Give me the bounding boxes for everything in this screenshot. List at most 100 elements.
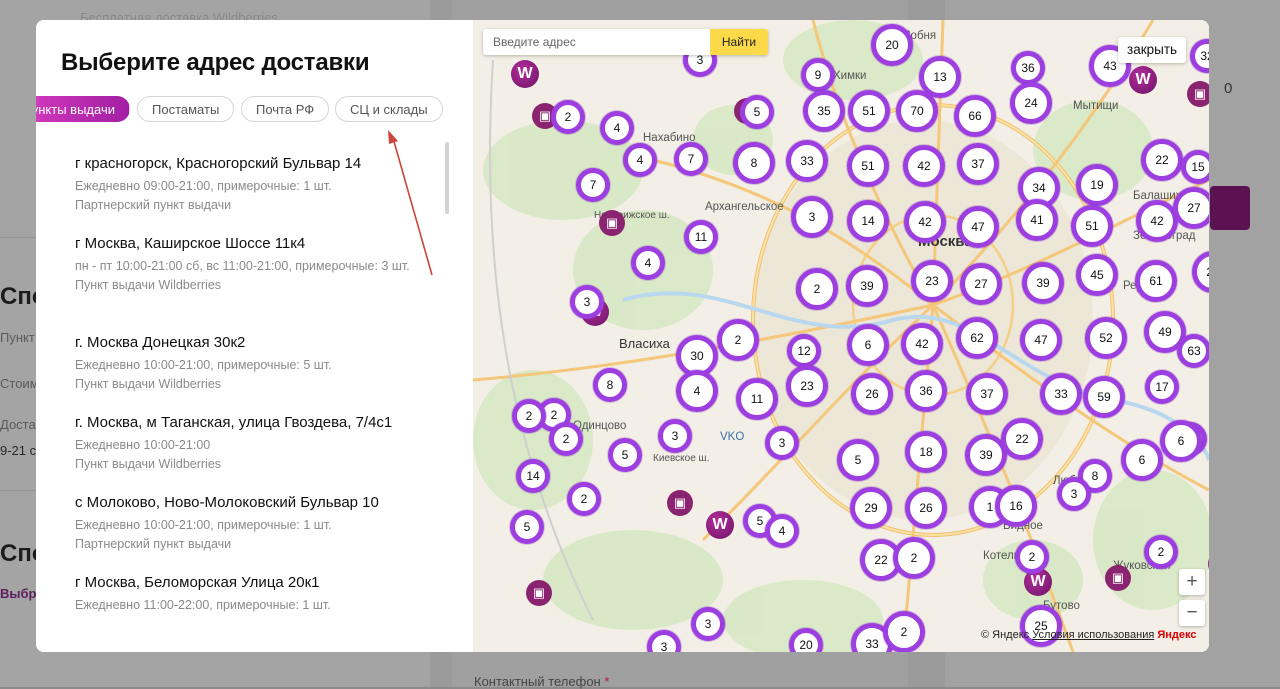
map-cluster[interactable]: 23 (911, 260, 953, 302)
map-cluster[interactable]: 47 (957, 206, 999, 248)
map-cluster[interactable]: 22 (1141, 139, 1183, 181)
map-cluster[interactable]: 8 (733, 142, 775, 184)
map-cluster[interactable]: 16 (995, 485, 1037, 527)
map-cluster[interactable]: 39 (846, 265, 888, 307)
wildberries-pin[interactable]: W (706, 511, 734, 539)
map-cluster[interactable]: 5 (740, 95, 774, 129)
map-cluster[interactable]: 3 (1057, 477, 1091, 511)
map-cluster[interactable]: 51 (1071, 205, 1113, 247)
map-cluster[interactable]: 26 (851, 373, 893, 415)
map-cluster[interactable]: 45 (1076, 254, 1118, 296)
map-cluster[interactable]: 15 (1181, 150, 1209, 184)
map-cluster[interactable]: 14 (847, 200, 889, 242)
find-button[interactable]: Найти (710, 29, 768, 55)
pickup-point-item[interactable]: г. Москва, м Таганская, улица Гвоздева, … (75, 413, 420, 474)
map-cluster[interactable]: 47 (1020, 319, 1062, 361)
map-cluster[interactable]: 27 (1173, 187, 1209, 229)
map-cluster[interactable]: 5 (837, 439, 879, 481)
map-cluster[interactable]: 3 (691, 607, 725, 641)
zoom-out-button[interactable]: − (1179, 600, 1205, 626)
map-cluster[interactable]: 41 (1016, 199, 1058, 241)
map-cluster[interactable]: 70 (896, 90, 938, 132)
map-cluster[interactable]: 2 (1015, 540, 1049, 574)
map-cluster[interactable]: 5 (608, 438, 642, 472)
map-cluster[interactable]: 5 (510, 510, 544, 544)
map-cluster[interactable]: 17 (1145, 370, 1179, 404)
map-cluster[interactable]: 18 (905, 431, 947, 473)
map-cluster[interactable]: 7 (674, 142, 708, 176)
parcel-locker-pin[interactable]: ▣ (526, 580, 552, 606)
map-cluster[interactable]: 7 (576, 168, 610, 202)
map-cluster[interactable]: 12 (787, 334, 821, 368)
pickup-point-item[interactable]: г Москва, Беломорская Улица 20к1 Ежеднев… (75, 573, 420, 615)
wildberries-pin[interactable]: W (511, 60, 539, 88)
parcel-locker-pin[interactable]: ▣ (599, 210, 625, 236)
map-cluster[interactable]: 63 (1177, 334, 1209, 368)
map-cluster[interactable]: 4 (631, 246, 665, 280)
map-cluster[interactable]: 2 (512, 399, 546, 433)
zoom-in-button[interactable]: + (1179, 569, 1205, 595)
map-cluster[interactable]: 2 (893, 537, 935, 579)
wildberries-pin[interactable]: W (1129, 66, 1157, 94)
map-cluster[interactable]: 42 (903, 145, 945, 187)
map-cluster[interactable]: 33 (786, 140, 828, 182)
terms-link[interactable]: Условия использования (1032, 629, 1154, 641)
map-cluster[interactable]: 3 (570, 285, 604, 319)
map-cluster[interactable]: 11 (684, 220, 718, 254)
map-cluster[interactable]: 42 (901, 323, 943, 365)
map-cluster[interactable]: 4 (765, 514, 799, 548)
map-cluster[interactable]: 2 (1144, 535, 1178, 569)
map-cluster[interactable]: 62 (956, 317, 998, 359)
map-cluster[interactable]: 6 (847, 324, 889, 366)
map-cluster[interactable]: 36 (905, 370, 947, 412)
map-cluster[interactable]: 4 (600, 111, 634, 145)
map-cluster[interactable]: 2 (567, 482, 601, 516)
map-cluster[interactable]: 27 (960, 263, 1002, 305)
map-cluster[interactable]: 66 (954, 95, 996, 137)
parcel-locker-pin[interactable]: ▣ (667, 490, 693, 516)
map-cluster[interactable]: 24 (1010, 82, 1052, 124)
tab-russian-post[interactable]: Почта РФ (241, 96, 330, 122)
map-cluster[interactable]: 37 (957, 143, 999, 185)
map-cluster[interactable]: 14 (516, 459, 550, 493)
map-cluster[interactable]: 42 (904, 201, 946, 243)
pickup-point-item[interactable]: г. Москва Донецкая 30к2 Ежедневно 10:00-… (75, 333, 420, 394)
map-cluster[interactable]: 42 (1136, 200, 1178, 242)
map-view[interactable]: Власиха Москва Архангельское Новорижское… (473, 20, 1209, 652)
close-button[interactable]: закрыть (1118, 37, 1187, 63)
list-scrollbar[interactable] (445, 142, 449, 214)
map-cluster[interactable]: 35 (803, 90, 845, 132)
map-cluster[interactable]: 51 (847, 145, 889, 187)
map-cluster[interactable]: 51 (848, 90, 890, 132)
map-cluster[interactable]: 59 (1083, 376, 1125, 418)
map-cluster[interactable]: 4 (623, 143, 657, 177)
map-cluster[interactable]: 8 (593, 368, 627, 402)
map-cluster[interactable]: 2 (549, 422, 583, 456)
map-cluster[interactable]: 52 (1085, 317, 1127, 359)
tab-parcel-lockers[interactable]: Постаматы (137, 96, 235, 122)
map-cluster[interactable]: 26 (905, 487, 947, 529)
pickup-point-item[interactable]: с Молоково, Ново-Молоковский Бульвар 10 … (75, 493, 420, 554)
map-cluster[interactable]: 3 (765, 426, 799, 460)
tab-warehouses[interactable]: СЦ и склады (335, 96, 443, 122)
map-cluster[interactable]: 2 (717, 319, 759, 361)
map-cluster[interactable]: 9 (801, 58, 835, 92)
map-cluster[interactable]: 6 (1121, 439, 1163, 481)
map-cluster[interactable]: 22 (1001, 418, 1043, 460)
map-cluster[interactable]: 6 (1160, 420, 1202, 462)
map-cluster[interactable]: 61 (1135, 260, 1177, 302)
map-cluster[interactable]: 29 (850, 487, 892, 529)
map-cluster[interactable]: 2 (551, 100, 585, 134)
map-cluster[interactable]: 23 (786, 365, 828, 407)
map-cluster[interactable]: 2 (883, 611, 925, 652)
map-cluster[interactable]: 3 (658, 419, 692, 453)
map-cluster[interactable]: 2 (796, 268, 838, 310)
pickup-point-item[interactable]: г красногорск, Красногорский Бульвар 14 … (75, 154, 420, 215)
tab-pickup-points[interactable]: Пункты выдачи (36, 96, 130, 122)
pickup-point-item[interactable]: г Москва, Каширское Шоссе 11к4 пн - пт 1… (75, 234, 420, 295)
map-cluster[interactable]: 4 (676, 370, 718, 412)
map-cluster[interactable]: 3 (791, 196, 833, 238)
map-cluster[interactable]: 39 (1022, 262, 1064, 304)
parcel-locker-pin[interactable]: ▣ (1105, 565, 1131, 591)
map-cluster[interactable]: 20 (871, 24, 913, 66)
